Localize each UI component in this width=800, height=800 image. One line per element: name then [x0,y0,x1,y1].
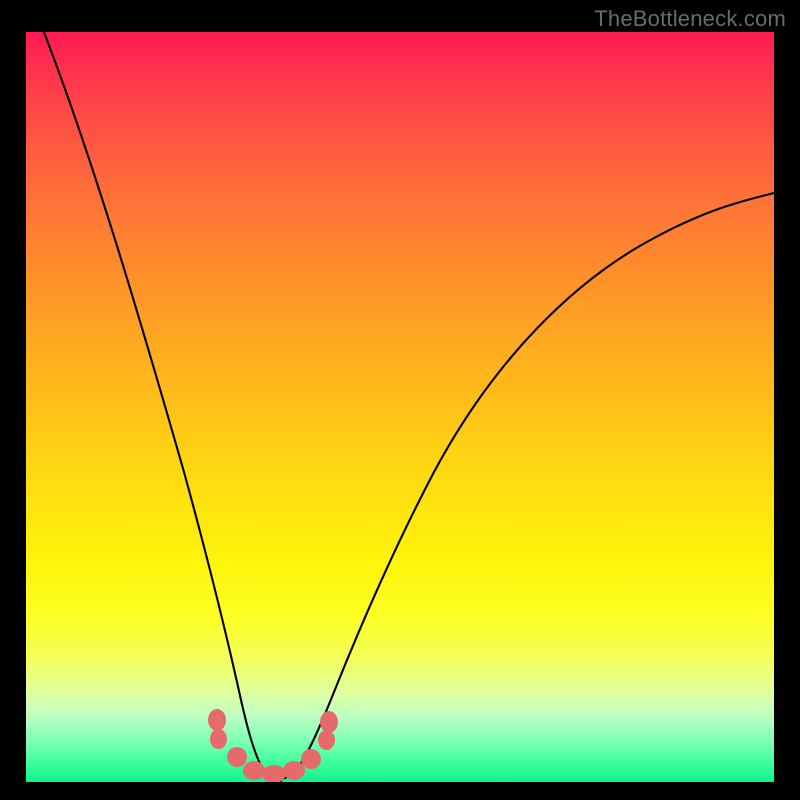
highlight-blob [320,711,338,733]
highlight-blob [301,749,321,769]
bottleneck-curve [26,32,774,782]
plot-area [26,32,774,782]
highlight-blob [208,709,226,731]
highlight-blob [318,730,335,750]
highlight-blob [227,747,247,767]
watermark-text: TheBottleneck.com [594,6,786,32]
chart-frame: TheBottleneck.com [0,0,800,800]
highlight-blob [210,729,227,749]
